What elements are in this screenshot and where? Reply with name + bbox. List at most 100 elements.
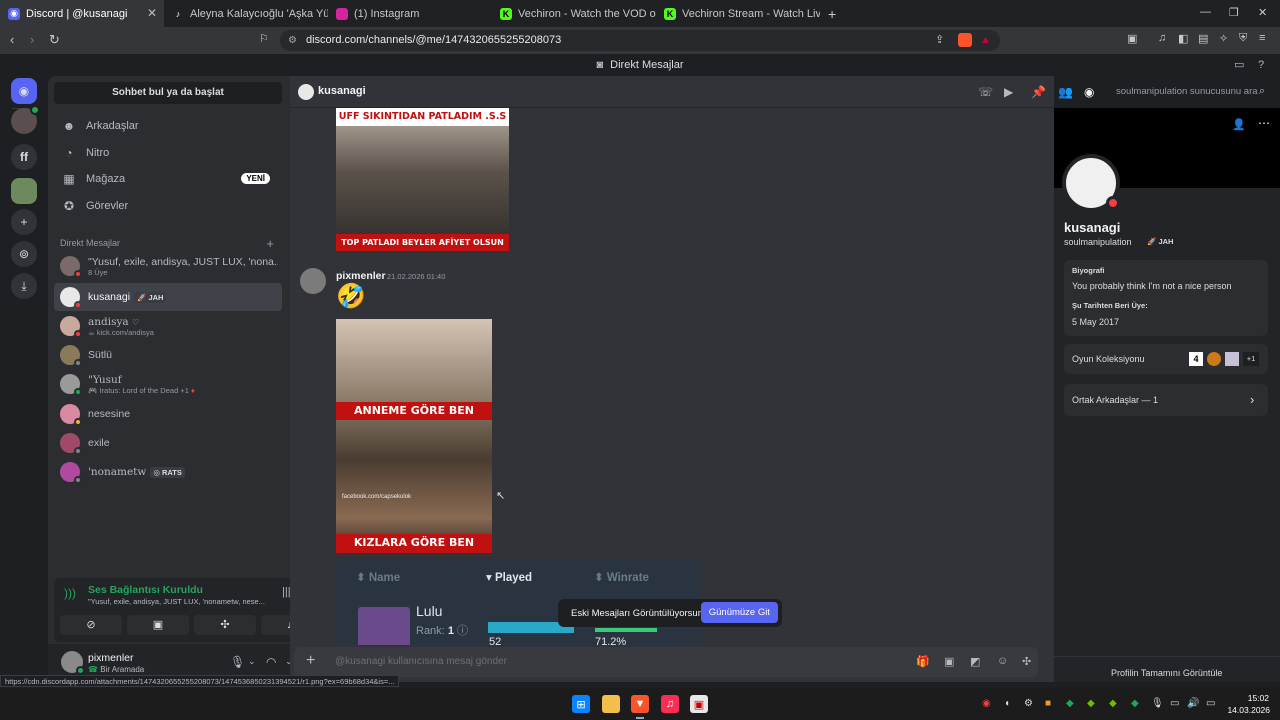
forward-icon[interactable]: › (30, 32, 34, 47)
create-dm-icon[interactable]: + (266, 236, 274, 251)
gif-icon[interactable]: ▣ (944, 655, 954, 668)
add-friends-icon[interactable]: 👥 (1058, 85, 1073, 99)
composer-placeholder[interactable]: @kusanagi kullanıcısına mesaj gönder (335, 656, 507, 667)
vpn-icon[interactable]: ⛨ (1239, 32, 1247, 45)
dm-item-group[interactable]: "Yusuf, exile, andisya, JUST LUX, 'nona.… (54, 252, 282, 280)
nav-shop[interactable]: ▦ Mağaza YENİ (54, 166, 282, 192)
wallet-icon[interactable]: ▤ (1198, 32, 1208, 45)
voice-call-icon[interactable]: ☏ (978, 85, 993, 99)
tray-icon[interactable]: ◆ (1131, 698, 1139, 709)
message-avatar[interactable] (300, 268, 326, 294)
site-info-icon[interactable]: ⚙ (288, 30, 297, 51)
discover-icon[interactable]: ⊚ (11, 241, 37, 267)
dm-item-kusanagi[interactable]: kusanagi 🚀 JAH (54, 283, 282, 311)
tab-kick-live[interactable]: K Vechiron Stream - Watch Live on Kick (656, 0, 820, 27)
attach-plus-icon[interactable]: + (306, 652, 315, 670)
dm-item-nesesine[interactable]: nesesine (54, 400, 282, 428)
share-icon[interactable]: ⇪ (935, 30, 944, 51)
game-collection-card[interactable]: Oyun Koleksiyonu 4 +1 (1064, 344, 1268, 374)
tray-icon[interactable]: ⚙ (1024, 698, 1033, 709)
clock-time[interactable]: 15:02 (1244, 693, 1269, 703)
message-composer[interactable]: + @kusanagi kullanıcısına mesaj gönder 🎁… (294, 647, 1038, 677)
window-close-icon[interactable]: ✕ (1258, 6, 1267, 19)
sticker-icon[interactable]: ◩ (970, 655, 980, 668)
activities-button[interactable]: ✣ (194, 615, 256, 635)
user-profile-icon[interactable]: ◉ (1084, 85, 1094, 99)
help-icon[interactable]: ? (1258, 54, 1264, 76)
server-avatar[interactable] (11, 178, 37, 204)
tray-icon[interactable]: ■ (1045, 698, 1051, 709)
tab-instagram[interactable]: (1) Instagram (328, 0, 492, 27)
avatar[interactable] (61, 651, 85, 675)
brave-rewards-icon[interactable]: ▲ (980, 30, 991, 51)
nav-nitro[interactable]: ◔ Nitro (54, 140, 282, 166)
find-conversation-button[interactable]: Sohbet bul ya da başlat (54, 82, 282, 104)
more-icon[interactable]: ⋯ (1258, 116, 1270, 130)
url-field[interactable]: ⚙ discord.com/channels/@me/1474320655255… (280, 30, 1000, 51)
file-explorer-icon[interactable] (602, 695, 620, 713)
profile-avatar[interactable] (1062, 154, 1120, 212)
gift-icon[interactable]: 🎁 (916, 655, 930, 668)
mutual-friends-card[interactable]: Ortak Arkadaşlar — 1 › (1064, 384, 1268, 416)
add-server-icon[interactable]: + (11, 209, 37, 235)
nvidia-icon[interactable]: ◆ (1087, 698, 1095, 709)
jump-to-present-button[interactable]: Günümüze Git (700, 602, 778, 623)
server-avatar[interactable] (11, 105, 40, 134)
menu-icon[interactable]: ≡ (1259, 32, 1265, 44)
dm-item-nonametw[interactable]: 'nonametw ◎ RATS (54, 458, 282, 486)
battery-icon[interactable]: ▭ (1206, 698, 1215, 709)
tab-discord[interactable]: ◉ Discord | @kusanagi ✕ (0, 0, 164, 27)
media-icon[interactable]: ♫ (1158, 32, 1166, 44)
pin-icon[interactable]: 📌 (1031, 85, 1046, 99)
search-input[interactable]: soulmanipulation sunucusunu ara (1110, 82, 1272, 102)
tray-icon[interactable]: ◆ (1109, 698, 1117, 709)
search-icon[interactable]: ⌕ (1259, 85, 1265, 98)
dm-item-yusuf[interactable]: "Yusuf 🎮 Iratus: Lord of the Dead +1 ♦ (54, 370, 282, 398)
add-friend-icon[interactable]: 👤 (1232, 118, 1246, 131)
minimize-icon[interactable]: — (1200, 6, 1211, 18)
discord-home-icon[interactable]: ◉ (11, 78, 37, 104)
nav-quests[interactable]: ✪ Görevler (54, 193, 282, 219)
network-icon[interactable]: ▭ (1170, 698, 1179, 709)
brave-shield-icon[interactable] (958, 33, 972, 47)
tray-icon[interactable]: ◆ (1066, 698, 1074, 709)
app-icon[interactable]: ▣ (690, 695, 708, 713)
music-icon[interactable]: ♫ (661, 695, 679, 713)
clock-date[interactable]: 14.03.2026 (1226, 705, 1270, 715)
download-icon[interactable]: ⤓ (11, 273, 37, 299)
volume-icon[interactable]: 🔊 (1187, 698, 1199, 709)
server-ff[interactable]: ff (11, 144, 37, 170)
meme-image-1[interactable]: UFF SIKINTIDAN PATLADIM .S.S TOP PATLADI… (336, 108, 509, 251)
inbox-icon[interactable]: ▭ (1234, 54, 1244, 76)
close-icon[interactable]: ✕ (147, 6, 157, 20)
maximize-icon[interactable]: ❐ (1229, 6, 1239, 19)
message-author[interactable]: pixmenler (336, 270, 386, 282)
dm-item-andisya[interactable]: andisya ♡ ☕ kick.com/andisya (54, 312, 282, 340)
new-tab-icon[interactable]: + (828, 6, 836, 22)
tray-icon[interactable]: ◖ (1004, 698, 1010, 709)
tab-kick-vod[interactable]: K Vechiron - Watch the VOD on Kick (492, 0, 656, 27)
sidebar-icon[interactable]: ◧ (1178, 32, 1188, 45)
view-full-profile-link[interactable]: Profilin Tamamını Görüntüle (1111, 668, 1222, 678)
video-call-icon[interactable]: ▶ (1004, 85, 1013, 99)
reload-icon[interactable]: ↻ (49, 32, 60, 48)
start-icon[interactable]: ⊞ (572, 695, 590, 713)
nav-friends[interactable]: ☻ Arkadaşlar (54, 113, 282, 139)
screen-share-button[interactable]: ▣ (127, 615, 189, 635)
bookmark-icon[interactable]: ⚐ (259, 32, 269, 45)
brave-browser-icon[interactable]: ▼ (631, 695, 649, 713)
camera-off-button[interactable]: ⊘ (60, 615, 122, 635)
chevron-down-icon[interactable]: ⌄ (248, 656, 256, 667)
leo-icon[interactable]: ✧ (1219, 32, 1228, 45)
back-icon[interactable]: ‹ (10, 32, 14, 47)
tray-icon[interactable]: ◉ (982, 698, 991, 709)
reader-icon[interactable]: ▣ (1127, 32, 1137, 45)
tab-tiktok[interactable]: ♪ Aleyna Kalaycıoğlu 'Aşka Yürek Gerek (164, 0, 328, 27)
headset-icon[interactable]: ◠ (266, 655, 276, 669)
voice-status[interactable]: Ses Bağlantısı Kuruldu (88, 584, 203, 596)
mic-tray-icon[interactable]: 🎙 (1151, 698, 1164, 709)
meme-image-2[interactable]: ANNEME GÖRE BEN facebook.com/capsekulok … (336, 319, 492, 553)
voice-channel[interactable]: "Yusuf, exile, andisya, JUST LUX, 'nonam… (88, 597, 272, 606)
mic-icon[interactable]: 🎙 (230, 655, 245, 669)
dm-item-sutlu[interactable]: Sütlü (54, 341, 282, 369)
